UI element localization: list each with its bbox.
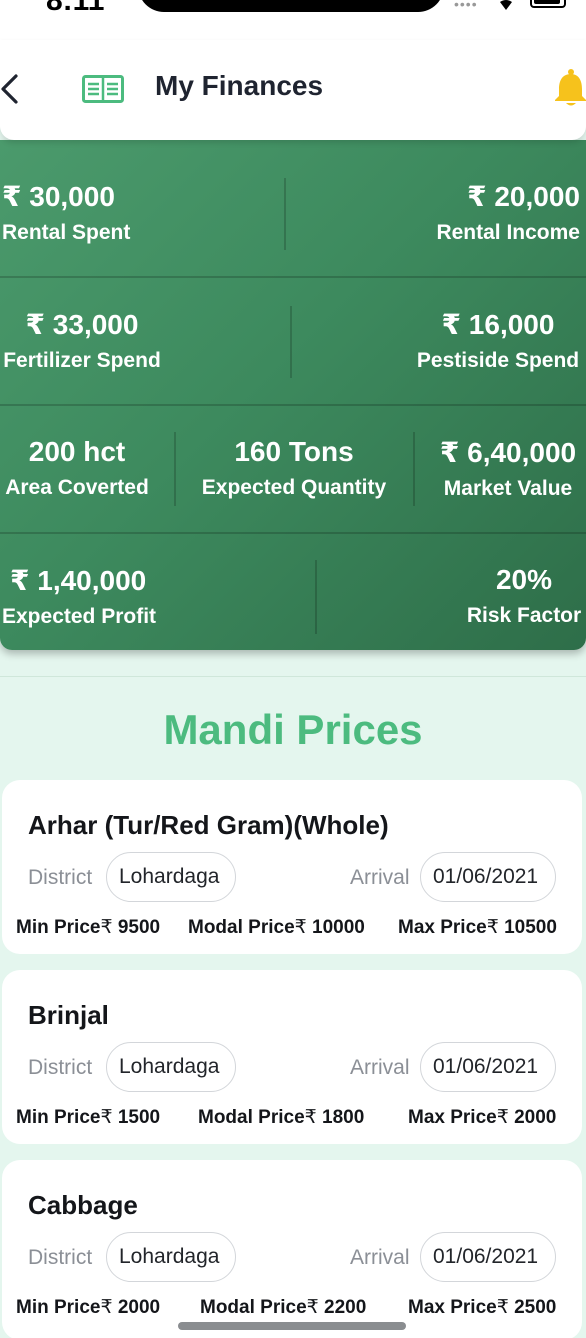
stat-value: 200 hct (28, 436, 126, 467)
district-label: District (28, 1056, 93, 1079)
battery-icon (530, 0, 566, 8)
district-label: District (28, 866, 93, 889)
row-divider (0, 276, 586, 278)
stat-label: Area Coverted (5, 476, 149, 499)
stat-label: Expected Quantity (201, 476, 387, 499)
arrival-label: Arrival (350, 1056, 410, 1079)
stat-pestiside-spend: ₹ 16,000 Pestiside Spend (416, 308, 580, 373)
stat-label: Rental Spent (2, 221, 131, 244)
stat-rental-income: ₹ 20,000 Rental Income (436, 180, 580, 245)
status-bar: 8:11 •••• (0, 0, 586, 40)
stat-value: 160 Tons (234, 436, 354, 467)
arrival-pill: 01/06/2021 (420, 852, 556, 902)
row-divider (0, 404, 586, 406)
district-label: District (28, 1246, 93, 1269)
finance-card-icon (82, 75, 124, 103)
modal-price: Modal Price₹ 2200 (200, 1297, 367, 1318)
finance-stats-card: ₹ 30,000 Rental Spent ₹ 20,000 Rental In… (0, 140, 586, 650)
district-pill: Lohardaga (106, 1042, 236, 1092)
column-divider (315, 560, 317, 634)
mandi-prices-title: Mandi Prices (163, 706, 423, 753)
stat-label: Risk Factor (466, 604, 582, 627)
max-price: Max Price₹ 10500 (398, 917, 557, 938)
stat-value: ₹ 1,40,000 (10, 565, 147, 596)
signal-icon: •••• (454, 0, 478, 12)
max-price: Max Price₹ 2000 (408, 1107, 557, 1128)
stat-rental-spent: ₹ 30,000 Rental Spent (2, 180, 130, 245)
modal-price: Modal Price₹ 1800 (198, 1107, 365, 1128)
status-time: 8:11 (46, 0, 105, 17)
max-price: Max Price₹ 2500 (408, 1297, 557, 1318)
column-divider (413, 432, 415, 506)
district-pill: Lohardaga (106, 852, 236, 902)
stat-label: Rental Income (436, 221, 580, 244)
crop-name: Brinjal (28, 1000, 109, 1030)
stat-value: ₹ 16,000 (441, 309, 555, 340)
section-divider (0, 676, 586, 677)
stat-label: Fertilizer Spend (3, 349, 161, 372)
mandi-price-card[interactable]: Arhar (Tur/Red Gram)(Whole) District Loh… (2, 780, 582, 954)
stat-expected-profit: ₹ 1,40,000 Expected Profit (2, 564, 156, 629)
stat-fertilizer-spend: ₹ 33,000 Fertilizer Spend (2, 308, 162, 373)
device-notch (138, 0, 444, 12)
stat-value: ₹ 30,000 (2, 181, 115, 212)
mandi-price-card[interactable]: Brinjal District Lohardaga Arrival 01/06… (2, 970, 582, 1144)
min-price: Min Price₹ 2000 (16, 1297, 161, 1318)
column-divider (284, 178, 286, 250)
district-pill: Lohardaga (106, 1232, 236, 1282)
min-price: Min Price₹ 1500 (16, 1107, 161, 1128)
mandi-price-card[interactable]: Cabbage District Lohardaga Arrival 01/06… (2, 1160, 582, 1338)
row-divider (0, 532, 586, 534)
stat-label: Expected Profit (2, 605, 157, 628)
stat-value: ₹ 6,40,000 (439, 437, 577, 468)
wifi-icon (500, 0, 512, 10)
stat-area-coverted: 200 hct Area Coverted (2, 436, 152, 500)
back-arrow-icon[interactable] (0, 72, 24, 106)
min-price: Min Price₹ 9500 (16, 917, 161, 938)
modal-price: Modal Price₹ 10000 (188, 917, 365, 938)
column-divider (290, 306, 292, 378)
arrival-pill: 01/06/2021 (420, 1232, 556, 1282)
notification-bell-icon[interactable] (552, 68, 586, 108)
crop-name: Arhar (Tur/Red Gram)(Whole) (28, 810, 389, 840)
arrival-pill: 01/06/2021 (420, 1042, 556, 1092)
arrival-label: Arrival (350, 866, 410, 889)
stat-label: Pestiside Spend (416, 349, 580, 372)
arrival-label: Arrival (350, 1246, 410, 1269)
stat-value: ₹ 33,000 (25, 309, 139, 340)
app-header: My Finances (0, 40, 586, 140)
stat-risk-factor: 20% Risk Factor (466, 564, 582, 628)
home-indicator[interactable] (178, 1322, 406, 1330)
stat-label: Market Value (443, 477, 573, 500)
page-title: My Finances (155, 70, 324, 101)
column-divider (174, 432, 176, 506)
stat-value: ₹ 20,000 (467, 181, 580, 212)
stat-market-value: ₹ 6,40,000 Market Value (430, 436, 586, 501)
crop-name: Cabbage (28, 1190, 138, 1220)
stat-value: 20% (495, 564, 553, 595)
stat-expected-quantity: 160 Tons Expected Quantity (196, 436, 392, 500)
